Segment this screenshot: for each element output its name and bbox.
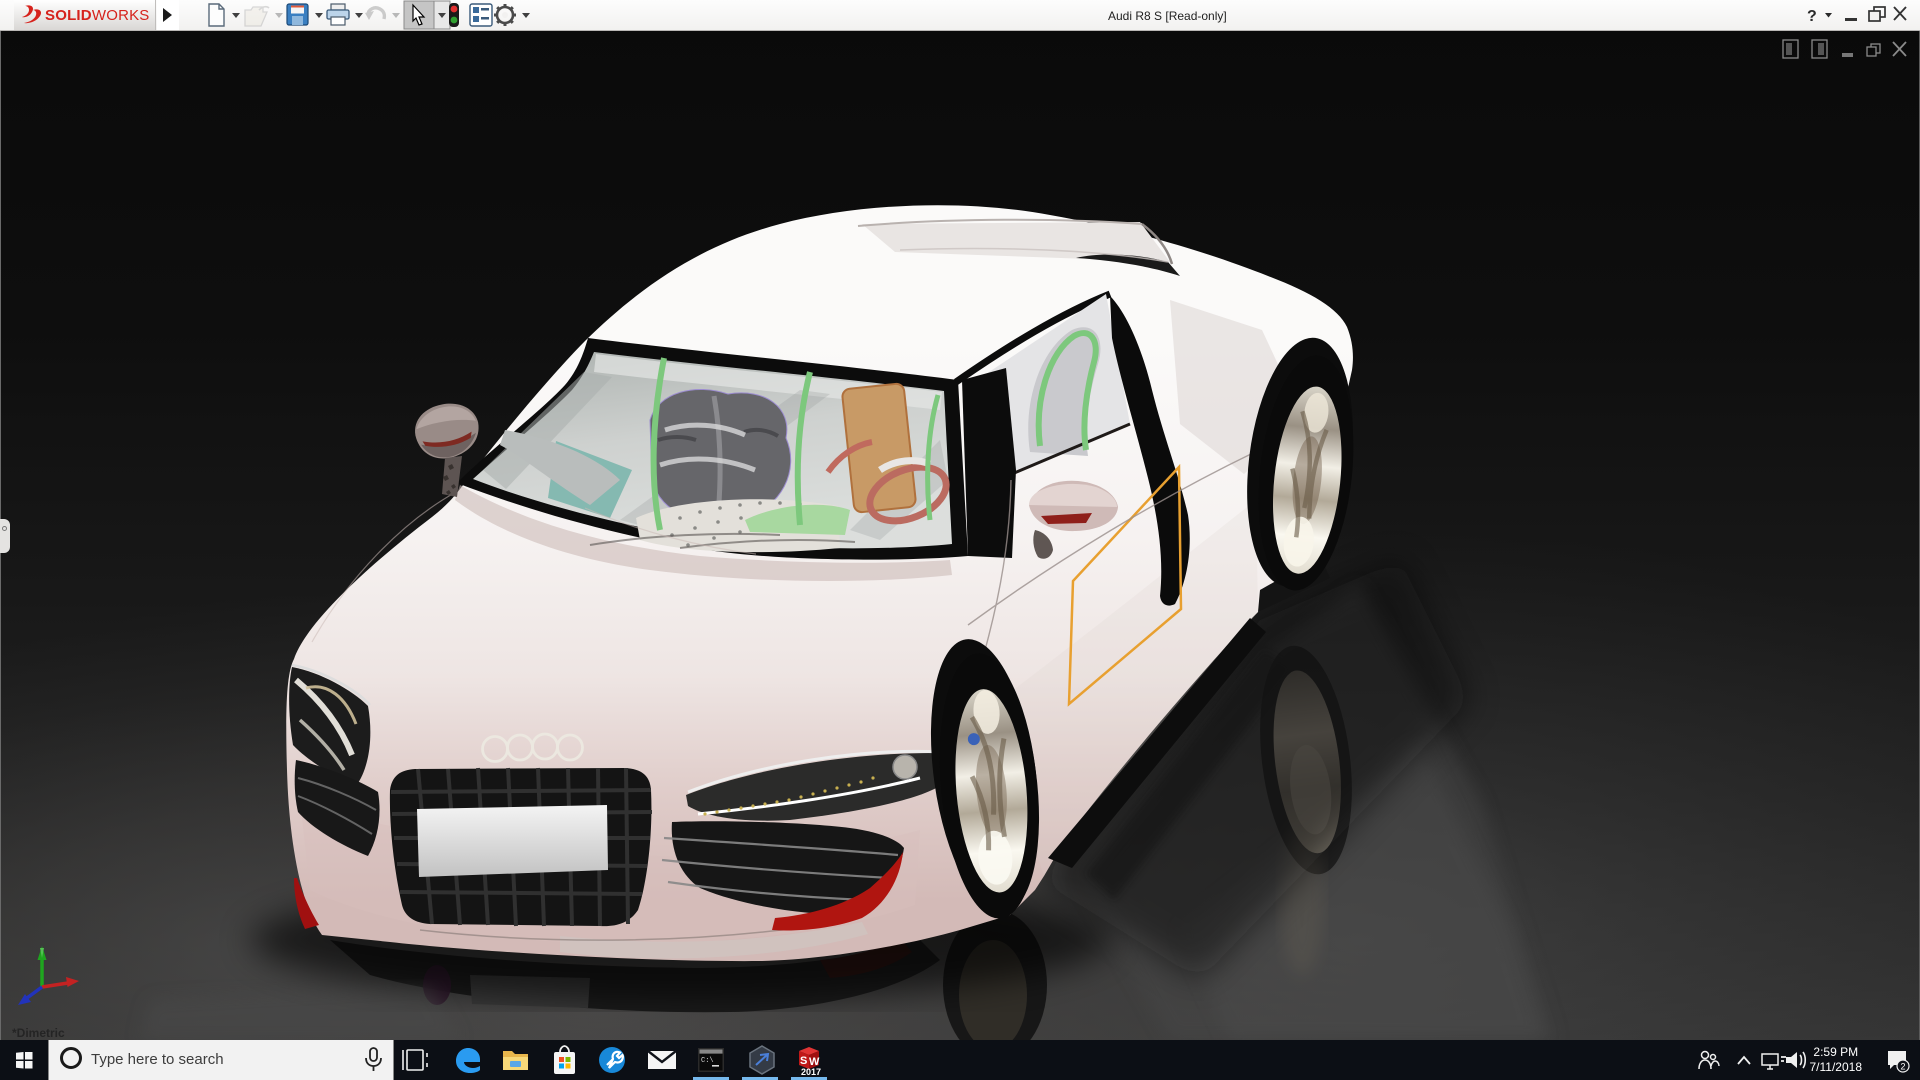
- svg-text:2: 2: [1901, 1062, 1906, 1072]
- svg-text:C:\: C:\: [701, 1057, 714, 1065]
- svg-text:?: ?: [1807, 8, 1817, 25]
- svg-text:S: S: [800, 1055, 807, 1067]
- svg-text:2017: 2017: [801, 1067, 821, 1077]
